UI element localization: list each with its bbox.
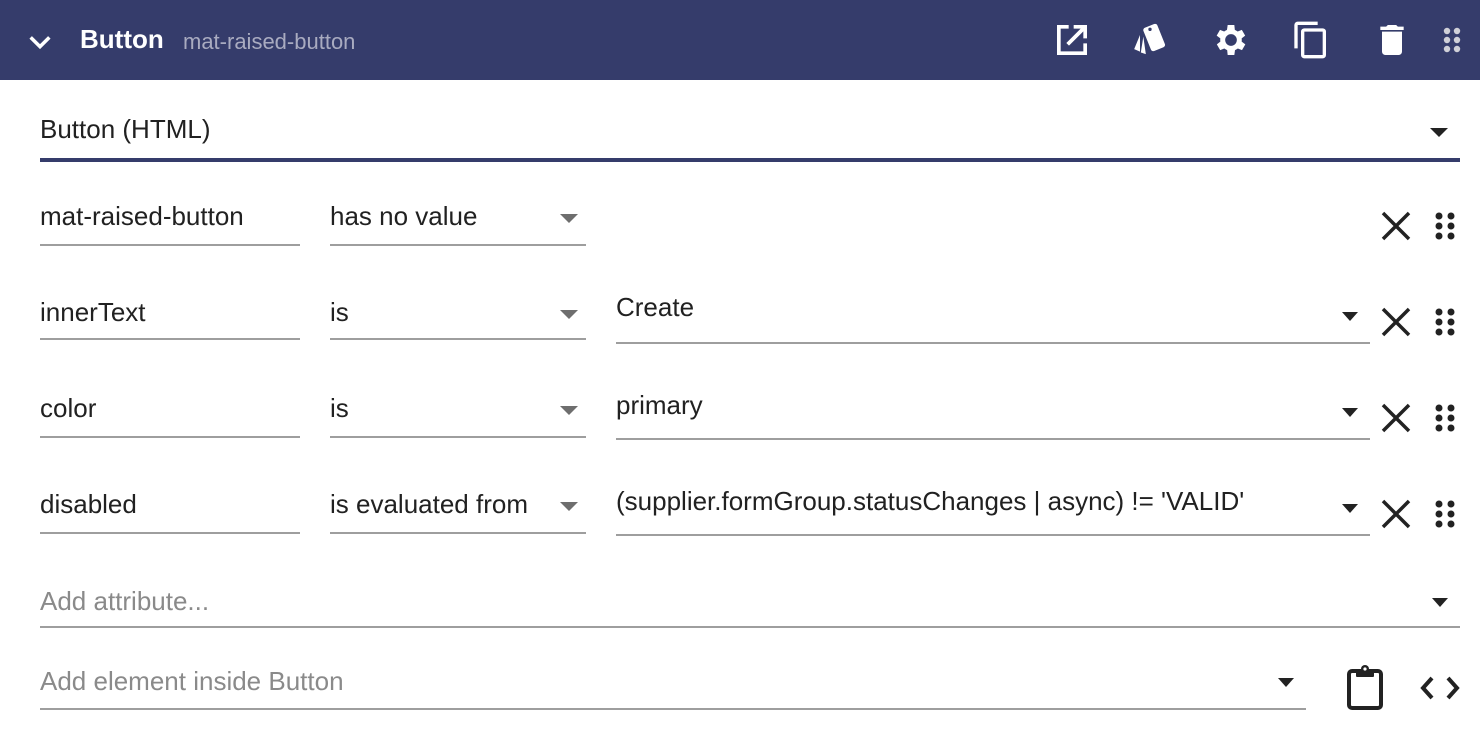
dropdown-arrow-icon — [560, 502, 578, 511]
remove-attribute-close-icon[interactable] — [1378, 208, 1414, 244]
dropdown-arrow-icon — [1432, 598, 1448, 607]
attribute-value-input[interactable]: (supplier.formGroup.statusChanges | asyn… — [616, 480, 1370, 536]
attribute-name-input[interactable]: disabled — [40, 484, 300, 534]
attribute-value-input[interactable]: Create — [616, 288, 1370, 344]
attribute-operator-select[interactable]: has no value — [330, 196, 586, 246]
dropdown-arrow-icon — [560, 406, 578, 415]
attribute-drag-handle-icon[interactable] — [1430, 494, 1460, 534]
attribute-operator-select[interactable]: is evaluated from — [330, 484, 586, 534]
remove-attribute-close-icon[interactable] — [1378, 304, 1414, 340]
delete-icon[interactable] — [1372, 20, 1412, 60]
add-attribute-select[interactable]: Add attribute... — [40, 580, 1460, 628]
settings-icon[interactable] — [1211, 20, 1251, 60]
attribute-drag-handle-icon[interactable] — [1430, 302, 1460, 342]
attribute-name-input[interactable]: color — [40, 388, 300, 438]
copy-icon[interactable] — [1291, 20, 1331, 60]
drag-handle-icon[interactable] — [1432, 20, 1472, 60]
attribute-value-input[interactable]: primary — [616, 384, 1370, 440]
focus-underline — [40, 158, 1460, 162]
component-subtitle: mat-raised-button — [183, 29, 356, 54]
add-element-select[interactable]: Add element inside Button — [40, 660, 1306, 710]
code-view-icon[interactable] — [1418, 670, 1462, 706]
attribute-drag-handle-icon[interactable] — [1430, 398, 1460, 438]
remove-attribute-close-icon[interactable] — [1378, 496, 1414, 532]
style-icon[interactable] — [1130, 20, 1170, 60]
dropdown-arrow-icon — [1342, 408, 1358, 417]
element-type-value: Button (HTML) — [40, 114, 211, 144]
attribute-operator-select[interactable]: is — [330, 292, 586, 340]
dropdown-arrow-icon — [1278, 678, 1294, 687]
component-header: Button mat-raised-button — [0, 0, 1480, 80]
component-title: Button — [80, 24, 164, 54]
attribute-drag-handle-icon[interactable] — [1430, 206, 1460, 246]
remove-attribute-close-icon[interactable] — [1378, 400, 1414, 436]
dropdown-arrow-icon — [560, 310, 578, 319]
collapse-chevron-icon[interactable] — [26, 28, 54, 56]
dropdown-arrow-icon — [1430, 128, 1448, 137]
attribute-name-input[interactable]: mat-raised-button — [40, 196, 300, 246]
dropdown-arrow-icon — [1342, 312, 1358, 321]
paste-clipboard-icon[interactable] — [1344, 664, 1386, 712]
dropdown-arrow-icon — [560, 214, 578, 223]
element-type-select[interactable]: Button (HTML) — [40, 100, 1460, 162]
attribute-name-input[interactable]: innerText — [40, 292, 300, 340]
attribute-operator-select[interactable]: is — [330, 388, 586, 438]
open-in-new-icon[interactable] — [1052, 20, 1092, 60]
dropdown-arrow-icon — [1342, 504, 1358, 513]
